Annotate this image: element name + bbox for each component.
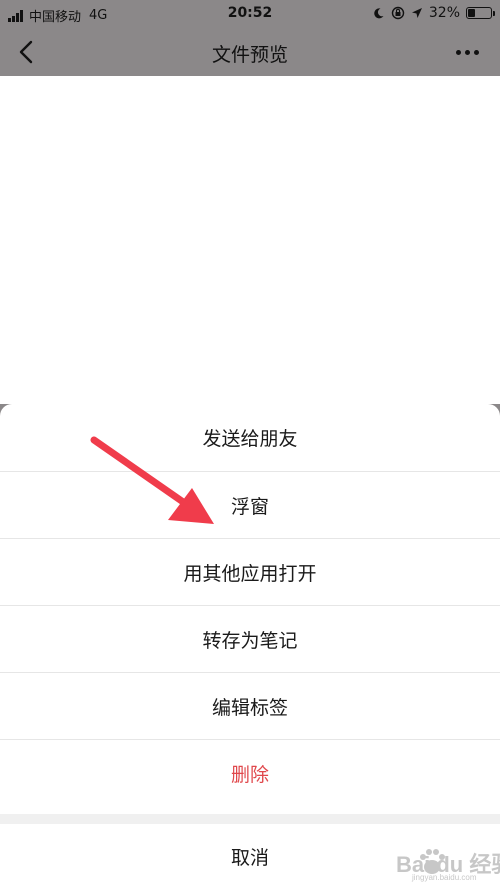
file-preview-area — [0, 76, 500, 406]
delete-item[interactable]: 删除 — [0, 740, 500, 807]
cancel-button[interactable]: 取消 — [0, 824, 500, 889]
status-bar: 中国移动 4G 20:52 32% — [0, 0, 500, 28]
location-icon — [411, 8, 422, 18]
battery-icon — [466, 7, 495, 19]
nav-bar: 文件预览 — [0, 28, 500, 76]
floating-window-item[interactable]: 浮窗 — [0, 472, 500, 539]
more-button[interactable] — [452, 40, 482, 64]
edit-tags-item[interactable]: 编辑标签 — [0, 673, 500, 740]
status-right: 32% — [372, 5, 495, 21]
rotation-lock-icon — [391, 6, 405, 20]
battery-percent: 32% — [428, 5, 460, 21]
action-sheet: 发送给朋友 浮窗 用其他应用打开 转存为笔记 编辑标签 删除 取消 — [0, 404, 500, 889]
sheet-separator — [0, 814, 500, 824]
battery-fill — [468, 9, 475, 17]
open-with-other-app-item[interactable]: 用其他应用打开 — [0, 539, 500, 606]
action-sheet-list: 发送给朋友 浮窗 用其他应用打开 转存为笔记 编辑标签 删除 — [0, 404, 500, 807]
save-as-note-item[interactable]: 转存为笔记 — [0, 606, 500, 673]
page-title: 文件预览 — [211, 44, 288, 66]
moon-icon — [374, 7, 384, 18]
send-to-friend-item[interactable]: 发送给朋友 — [0, 404, 500, 472]
more-dots-icon — [455, 49, 461, 55]
